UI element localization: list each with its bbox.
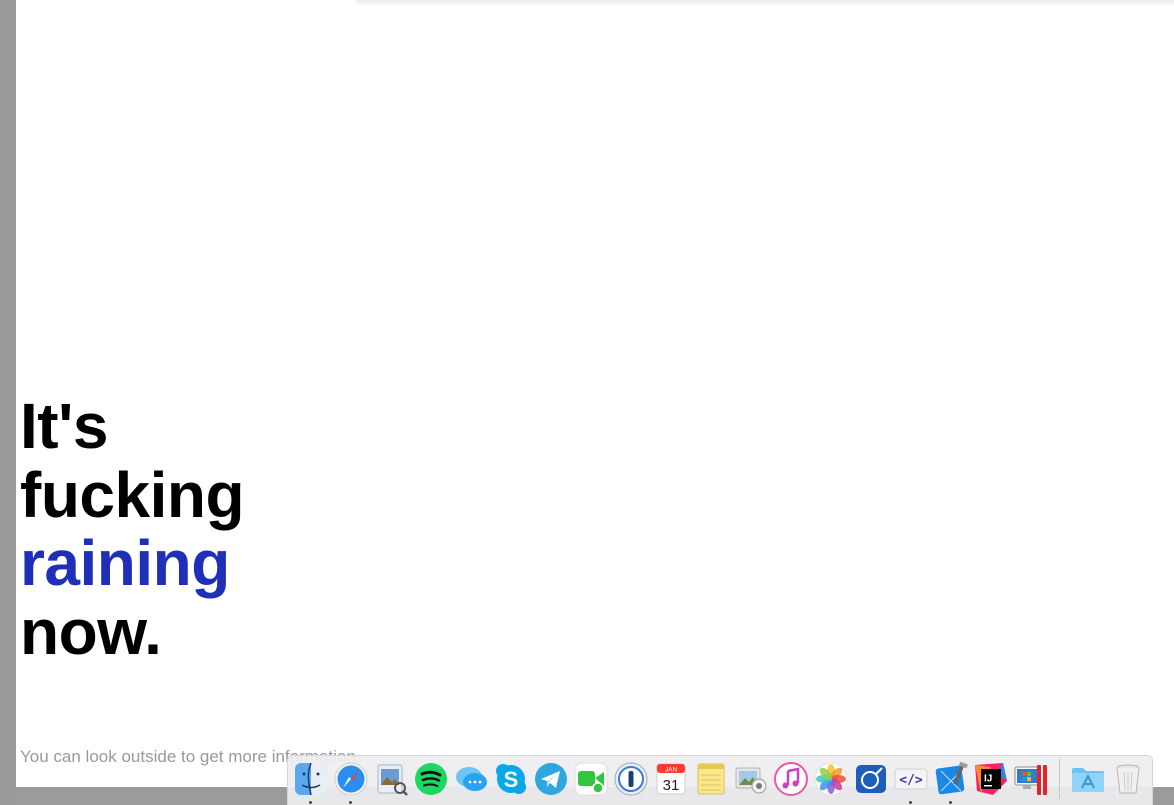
running-indicator [309, 801, 312, 804]
running-indicator [349, 801, 352, 804]
window-shadow [356, 0, 1174, 6]
svg-text:S: S [504, 767, 519, 792]
photos-icon[interactable] [813, 761, 849, 797]
itunes-icon[interactable] [773, 761, 809, 797]
calendar-icon[interactable]: JAN 31 [653, 761, 689, 797]
skype-icon[interactable]: S [493, 761, 529, 797]
telegram-icon[interactable] [533, 761, 569, 797]
notes-icon[interactable] [693, 761, 729, 797]
headline: It's fucking raining now. [20, 390, 245, 668]
calendar-day: 31 [663, 777, 680, 794]
parallels-icon[interactable] [1013, 761, 1049, 797]
spotify-icon[interactable] [413, 761, 449, 797]
running-indicator [909, 801, 912, 804]
safari-icon[interactable] [333, 761, 369, 804]
headline-line-1: It's [20, 390, 108, 462]
desktop-edge [0, 0, 16, 805]
intellij-icon[interactable]: IJ [973, 761, 1009, 797]
finder-icon[interactable] [293, 761, 329, 804]
running-indicator [949, 801, 952, 804]
xcode-icon[interactable] [933, 761, 969, 804]
dock-separator [1059, 759, 1060, 799]
headline-raining: raining [20, 527, 230, 599]
1password-icon[interactable] [613, 761, 649, 797]
messages-icon[interactable] [453, 761, 489, 797]
trash-icon[interactable] [1110, 761, 1146, 797]
headline-line-4: now. [20, 595, 162, 668]
preview-icon[interactable] [373, 761, 409, 797]
facetime-icon[interactable] [573, 761, 609, 797]
dock: S JAN 31 </> IJ [287, 755, 1153, 805]
applications-folder-icon[interactable] [1070, 761, 1106, 797]
headline-line-2: fucking [20, 458, 245, 531]
intellij-label: IJ [984, 774, 992, 785]
preview-slideshow-icon[interactable] [733, 761, 769, 797]
code-editor-icon[interactable]: </> [893, 761, 929, 804]
instruments-icon[interactable] [853, 761, 889, 797]
calendar-month: JAN [665, 767, 678, 774]
svg-text:</>: </> [899, 773, 923, 788]
